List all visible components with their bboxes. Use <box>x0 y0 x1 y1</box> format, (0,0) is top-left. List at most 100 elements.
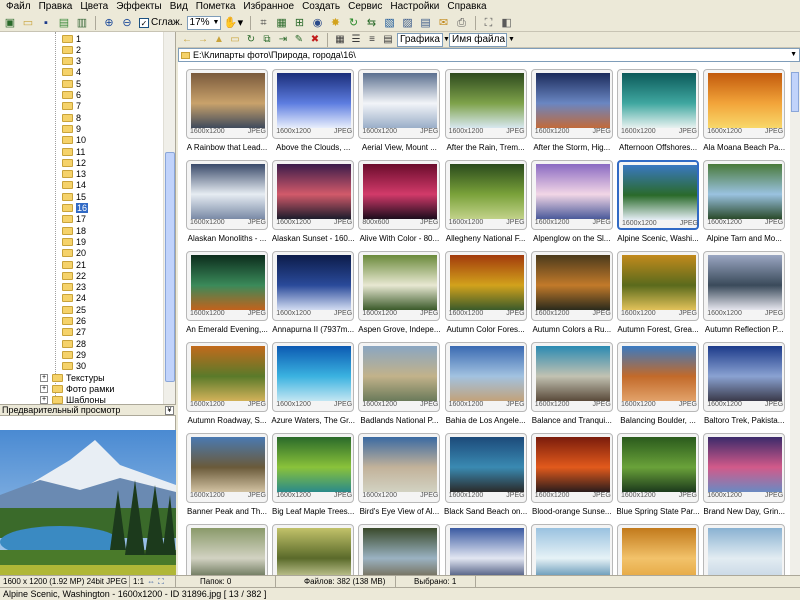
thumbnail-item[interactable]: 800x600 JPEG Alive With Color - 80... <box>358 160 441 248</box>
thumbnail-frame[interactable] <box>186 524 268 575</box>
menu-settings[interactable]: Настройки <box>386 0 443 14</box>
new-folder-icon[interactable]: ▭ <box>228 33 242 47</box>
tree-item-folder[interactable]: 1 <box>62 33 81 44</box>
browse-icon[interactable]: ▣ <box>2 15 18 31</box>
thumbnail-frame[interactable]: 1600x1200 JPEG <box>186 251 268 321</box>
thumbnail-item[interactable]: 1600x1200 JPEG Brand New Day, Grin... <box>703 433 786 521</box>
batch-icon[interactable]: ▨ <box>400 15 416 31</box>
thumbnail-item[interactable]: 1600x1200 JPEG Autumn Forest, Grea... <box>617 251 699 339</box>
scrollbar-thumb[interactable] <box>791 72 799 112</box>
thumbnail-frame[interactable]: 1600x1200 JPEG <box>358 342 441 412</box>
exit-icon[interactable]: ◧ <box>499 15 515 31</box>
tree-item-folder[interactable]: 28 <box>62 338 86 349</box>
thumbnail-item[interactable]: 1600x1200 JPEG Balancing Boulder, ... <box>617 342 699 430</box>
tree-item-folder[interactable]: 29 <box>62 349 86 360</box>
image-icon[interactable]: ▤ <box>56 15 72 31</box>
slideshow-icon[interactable]: ▥ <box>74 15 90 31</box>
tree-item-folder[interactable]: 24 <box>62 293 86 304</box>
thumbnail-frame[interactable] <box>358 524 441 575</box>
menu-file[interactable]: Файл <box>2 0 35 14</box>
tree-item-folder[interactable]: 25 <box>62 304 86 315</box>
thumbnail-item[interactable]: 1600x1200 JPEG Allegheny National F... <box>444 160 527 248</box>
crop-icon[interactable]: ⌗ <box>256 15 272 31</box>
thumbnail-item[interactable]: 1600x1200 JPEG Badlands National P... <box>358 342 441 430</box>
thumbnail-frame[interactable]: 1600x1200 JPEG <box>444 160 527 230</box>
tree-item-folder[interactable]: 8 <box>62 112 81 123</box>
thumbnail-frame[interactable]: 1600x1200 JPEG <box>530 433 613 503</box>
thumbnail-item[interactable]: 1600x1200 JPEG Alpine Tarn and Mo... <box>703 160 786 248</box>
collapse-icon[interactable]: ¥ <box>165 406 174 415</box>
thumbnail-frame[interactable] <box>272 524 355 575</box>
rotate-icon[interactable]: ↻ <box>346 15 362 31</box>
thumbnail-item[interactable]: 1600x1200 JPEG A Rainbow that Lead... <box>186 69 268 157</box>
fit-icon[interactable]: ⇔ <box>147 576 155 587</box>
tree-item-folder[interactable]: 20 <box>62 248 86 259</box>
tree-item-folder[interactable]: 5 <box>62 78 81 89</box>
chevron-down-icon[interactable]: ▼ <box>790 49 797 61</box>
refresh-icon[interactable]: ↻ <box>244 33 258 47</box>
filter-icon[interactable]: ▤ <box>381 33 395 47</box>
ratio-label[interactable]: 1:1 <box>133 576 144 587</box>
effects-icon[interactable]: ✸ <box>328 15 344 31</box>
thumbnail-frame[interactable]: 1600x1200 JPEG <box>272 433 355 503</box>
tree-item-folder[interactable]: 26 <box>62 316 86 327</box>
thumbnail-item[interactable]: 1600x1200 JPEG Big Leaf Maple Trees... <box>272 433 354 521</box>
tree-item-category[interactable]: + Текстуры <box>40 372 105 383</box>
thumbnail-item[interactable]: 1600x1200 JPEG Aspen Grove, Indepe... <box>358 251 441 339</box>
save-icon[interactable]: ▪ <box>38 15 54 31</box>
menu-mark[interactable]: Пометка <box>192 0 240 14</box>
thumbnail-frame[interactable]: 1600x1200 JPEG <box>703 251 786 321</box>
tree-item-folder[interactable]: 3 <box>62 56 81 67</box>
thumbnail-frame[interactable]: 1600x1200 JPEG <box>272 251 355 321</box>
back-icon[interactable]: ← <box>180 33 194 47</box>
print-icon[interactable]: ⎙ <box>454 15 470 31</box>
tree-item-folder[interactable]: 27 <box>62 327 86 338</box>
view-details-icon[interactable]: ≡ <box>365 33 379 47</box>
color-icon[interactable]: ▧ <box>382 15 398 31</box>
thumbnail-frame[interactable]: 1600x1200 JPEG <box>444 69 527 139</box>
tree-item-folder[interactable]: 2 <box>62 44 81 55</box>
thumbnail-frame[interactable]: 1600x1200 JPEG <box>272 69 355 139</box>
thumbnail-frame[interactable]: 1600x1200 JPEG <box>186 342 268 412</box>
thumbnail-frame[interactable] <box>617 524 699 575</box>
thumbnail-frame[interactable]: 1600x1200 JPEG <box>703 342 786 412</box>
menu-favorites[interactable]: Избранное <box>239 0 298 14</box>
thumbnail-frame[interactable]: 1600x1200 JPEG <box>703 160 786 230</box>
thumbnail-frame[interactable]: 1600x1200 JPEG <box>186 69 268 139</box>
expand-icon[interactable]: + <box>40 395 48 404</box>
expand-icon[interactable]: + <box>40 373 48 382</box>
thumbnail-item[interactable]: 1600x1200 JPEG Alaskan Monoliths - ... <box>186 160 268 248</box>
tree-item-folder[interactable]: 4 <box>62 67 81 78</box>
tree-item-category[interactable]: + Шаблоны <box>40 394 106 404</box>
compare-icon[interactable]: ▤ <box>418 15 434 31</box>
thumbnail-item[interactable] <box>703 524 786 575</box>
fullscreen-icon[interactable]: ⛶ <box>481 15 497 31</box>
thumbnail-frame[interactable]: 1600x1200 JPEG <box>617 342 699 412</box>
fullscreen-small-icon[interactable]: ⛶ <box>158 576 164 587</box>
thumbnail-item[interactable]: 1600x1200 JPEG Bahia de Los Angele... <box>444 342 527 430</box>
tree-item-folder[interactable]: 17 <box>62 214 86 225</box>
thumbnail-frame[interactable] <box>530 524 613 575</box>
thumbnail-item[interactable]: 1600x1200 JPEG Balance and Tranqui... <box>530 342 613 430</box>
adjust-icon[interactable]: ▦ <box>274 15 290 31</box>
thumbnail-item[interactable]: 1600x1200 JPEG Afternoon Offshores... <box>617 69 699 157</box>
thumbnail-frame[interactable]: 1600x1200 JPEG <box>444 342 527 412</box>
view-thumbnails-icon[interactable]: ▦ <box>333 33 347 47</box>
thumbnail-frame[interactable]: 1600x1200 JPEG <box>617 251 699 321</box>
thumbnail-frame[interactable]: 1600x1200 JPEG <box>444 251 527 321</box>
thumbnail-item[interactable]: 1600x1200 JPEG After the Rain, Trem... <box>444 69 527 157</box>
thumbnail-frame[interactable] <box>703 524 786 575</box>
zoom-in-icon[interactable]: ⊕ <box>101 15 117 31</box>
thumbnail-frame[interactable]: 1600x1200 JPEG <box>358 433 441 503</box>
menu-help[interactable]: Справка <box>443 0 490 14</box>
zoom-out-icon[interactable]: ⊖ <box>119 15 135 31</box>
thumbnail-item[interactable]: 1600x1200 JPEG Blood-orange Sunse... <box>530 433 613 521</box>
thumbnail-item[interactable]: 1600x1200 JPEG Alpenglow on the Sl... <box>530 160 613 248</box>
thumbnail-frame[interactable]: 1600x1200 JPEG <box>617 433 699 503</box>
thumbnail-item[interactable]: 1600x1200 JPEG An Emerald Evening,... <box>186 251 268 339</box>
thumbnail-item[interactable]: 1600x1200 JPEG Aerial View, Mount ... <box>358 69 441 157</box>
thumbnail-item[interactable] <box>358 524 441 575</box>
thumbnail-frame[interactable]: 1600x1200 JPEG <box>358 69 441 139</box>
thumbnail-frame[interactable]: 1600x1200 JPEG <box>617 160 699 230</box>
path-input[interactable]: E:\Клипарты фото\Природа, города\16\ ▼ <box>178 48 800 62</box>
